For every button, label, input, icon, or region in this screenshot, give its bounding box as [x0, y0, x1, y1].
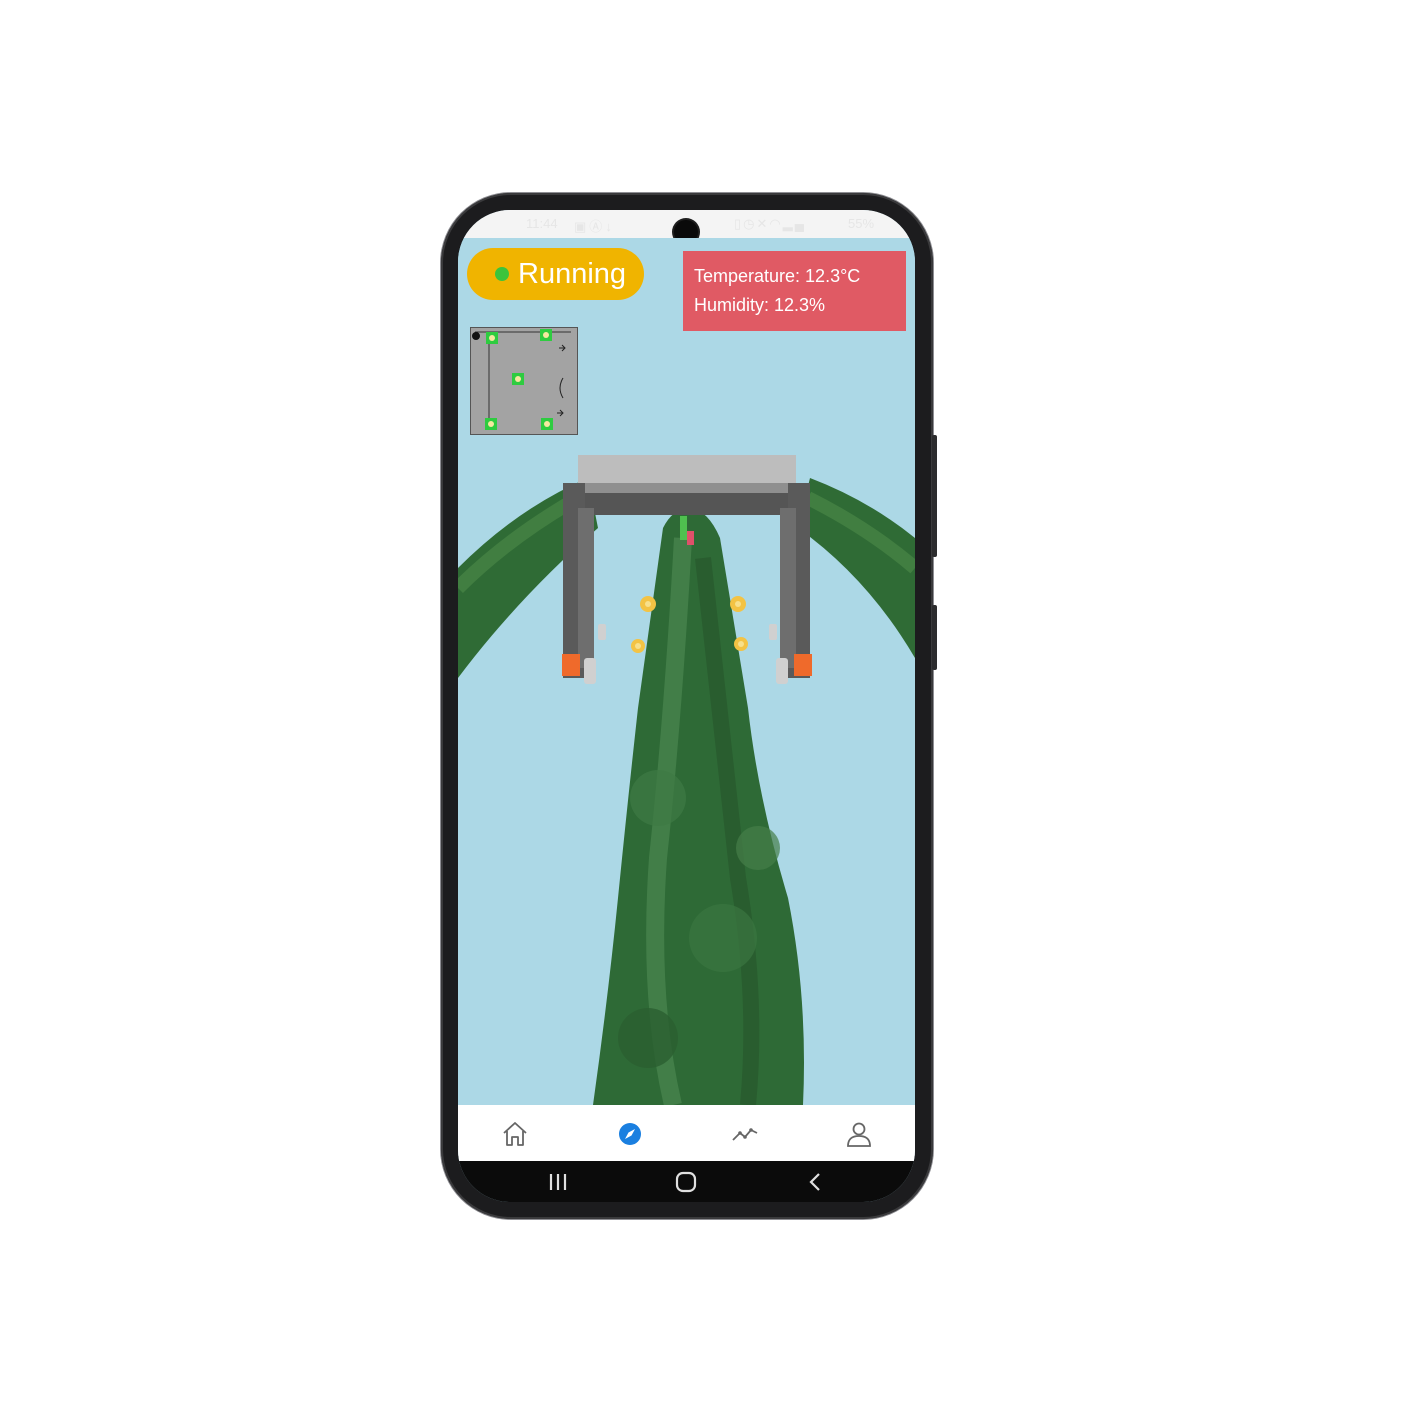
battery-level: 55% [848, 216, 875, 231]
alarm-icon: ◷ [743, 216, 757, 231]
nav-explore[interactable] [615, 1119, 645, 1149]
a-circle-icon: Ⓐ [589, 219, 606, 234]
robot-status-badge[interactable]: Running [467, 248, 644, 300]
system-navigation-bar [458, 1161, 915, 1202]
temperature-readout: Temperature: 12.3°C [694, 266, 861, 286]
back-icon[interactable] [804, 1171, 828, 1193]
minimap-image [471, 328, 577, 434]
wifi-icon: ◠ [769, 216, 783, 231]
sim-icon: ▯ [734, 216, 744, 231]
mute-icon: ✕ [756, 216, 770, 231]
compass-icon [619, 1123, 641, 1145]
image-icon: ▣ [574, 219, 590, 234]
nav-home[interactable] [500, 1119, 530, 1149]
center-plant-row [593, 508, 804, 1105]
status-time: 11:44 [526, 216, 558, 231]
volume-button [932, 605, 937, 670]
nav-analytics[interactable] [730, 1119, 760, 1149]
robot-3d-view[interactable]: Running Temperature: 12.3°C Humidity: 12… [458, 238, 915, 1105]
environment-readout: Temperature: 12.3°C Humidity: 12.3% [683, 251, 906, 331]
user-icon [847, 1122, 871, 1147]
power-button [932, 435, 937, 557]
signal-icon: ▂▄ [782, 216, 806, 231]
robot-status-label: Running [518, 258, 627, 290]
status-left-icons: ▣Ⓐ↓ [574, 216, 615, 235]
status-indicator-dot [495, 267, 509, 281]
home-button-icon[interactable] [674, 1171, 698, 1193]
status-right-icons: ▯◷✕◠▂▄ [734, 216, 806, 232]
download-icon: ↓ [605, 219, 615, 234]
recents-icon[interactable] [546, 1171, 570, 1193]
bottom-navigation [458, 1105, 915, 1161]
home-icon [503, 1122, 527, 1146]
phone-screen: 11:44 ▣Ⓐ↓ ▯◷✕◠▂▄ 55% Running Temperature… [458, 210, 915, 1202]
chart-line-icon [732, 1128, 758, 1141]
camera-minimap[interactable] [470, 327, 578, 435]
humidity-readout: Humidity: 12.3% [694, 295, 826, 315]
nav-profile[interactable] [844, 1119, 874, 1149]
